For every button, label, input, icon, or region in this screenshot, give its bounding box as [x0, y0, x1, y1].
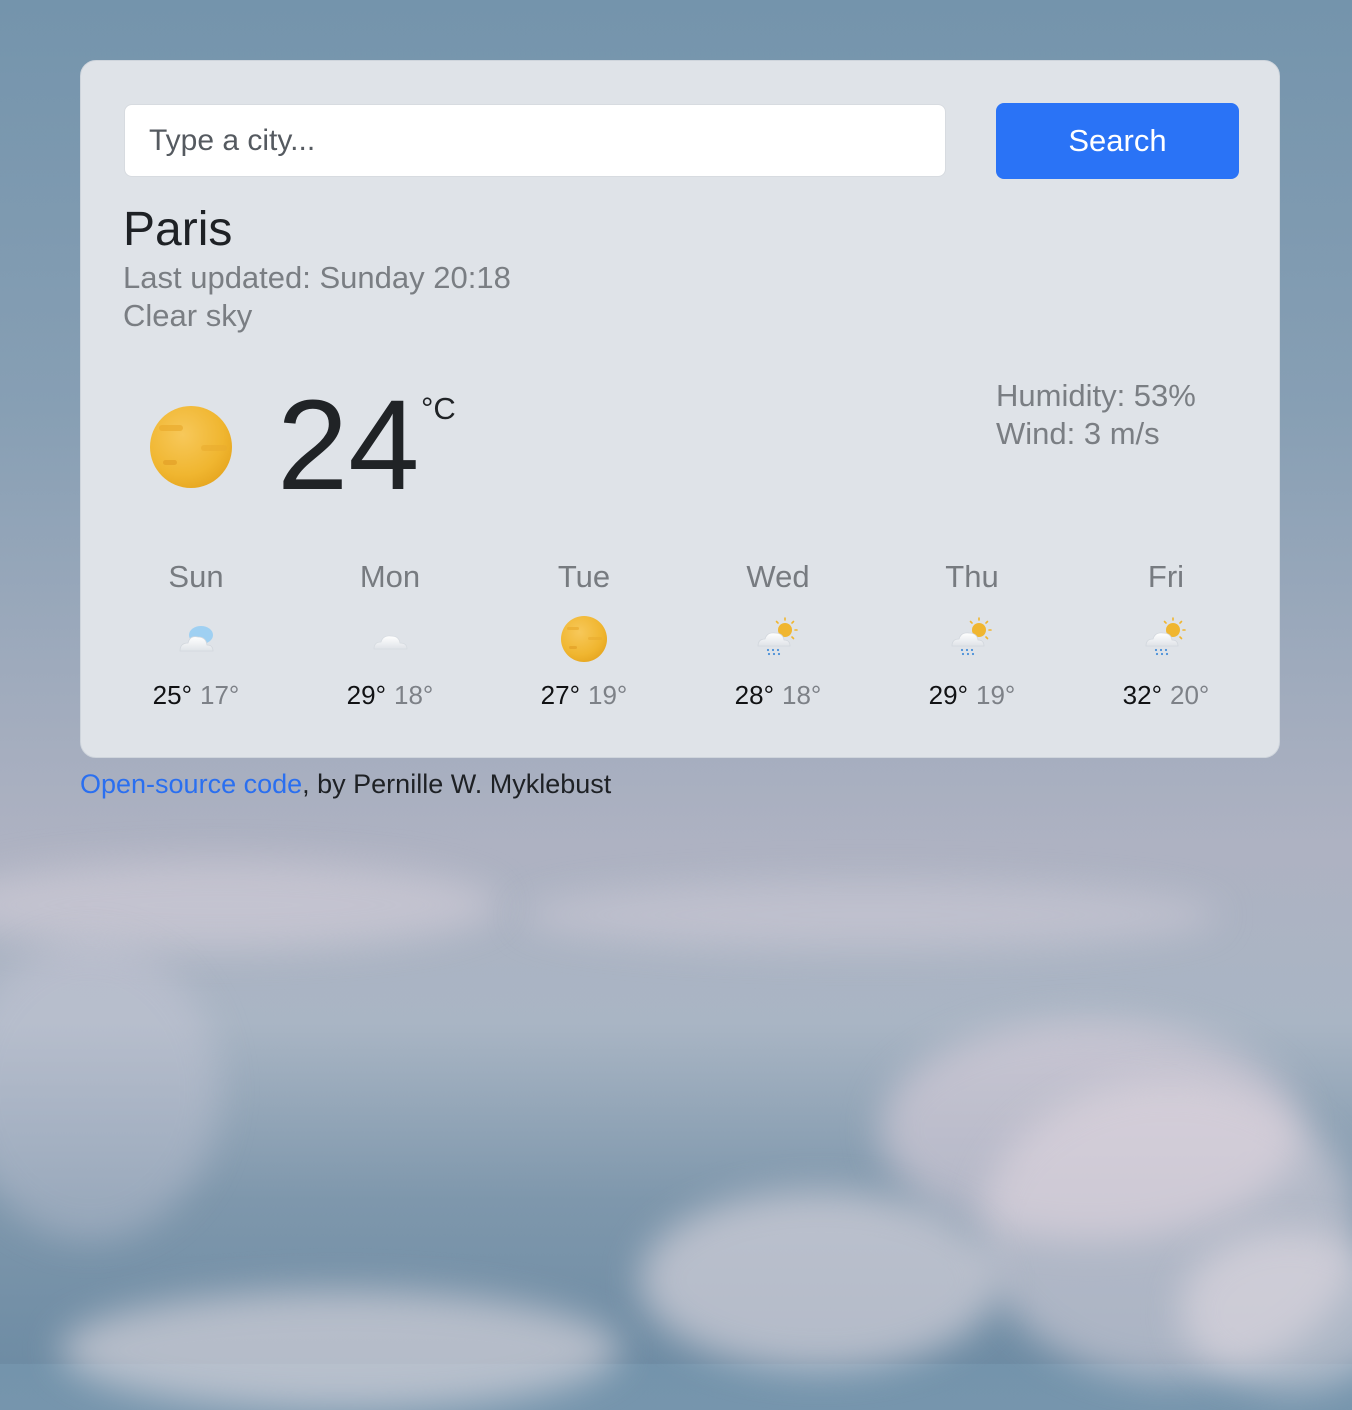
weather-card: Search Paris Last updated: Sunday 20:18 …	[80, 60, 1280, 758]
clear-sky-sun-icon	[150, 406, 232, 488]
forecast-day: Sun 25° 17°	[99, 557, 293, 717]
weather-description: Clear sky	[123, 298, 253, 333]
sun-cloud-rain-icon	[951, 617, 992, 656]
city-search-input[interactable]	[124, 104, 946, 177]
forecast-day-name: Fri	[1147, 559, 1185, 594]
footer-credit: , by Pernille W. Myklebust	[302, 769, 612, 799]
forecast: Sun 25° 17° Mon 29° 18° Tue 27° 19° Wed …	[99, 557, 1263, 717]
search-button[interactable]: Search	[996, 103, 1239, 179]
forecast-max-temp: 27°	[540, 680, 580, 710]
current-temperature: 24	[277, 374, 420, 517]
sun-icon	[561, 616, 607, 662]
forecast-day-name: Tue	[557, 559, 611, 594]
forecast-min-temp: 18°	[782, 680, 822, 710]
humidity: Humidity: 53%	[996, 378, 1196, 413]
sun-cloud-rain-icon	[1145, 617, 1186, 656]
wind: Wind: 3 m/s	[996, 416, 1160, 451]
forecast-day-name: Sun	[168, 559, 224, 594]
forecast-min-temp: 20°	[1170, 680, 1210, 710]
forecast-max-temp: 29°	[928, 680, 968, 710]
cloud-icon	[373, 635, 408, 650]
temperature-unit[interactable]: °C	[421, 391, 456, 427]
forecast-day: Thu 29° 19°	[875, 557, 1069, 717]
city-name: Paris	[123, 203, 233, 256]
forecast-day-name: Wed	[746, 559, 810, 594]
forecast-day: Tue 27° 19°	[487, 557, 681, 717]
weather-meta: Last updated: Sunday 20:18 Clear sky	[123, 259, 511, 335]
forecast-day-name: Mon	[359, 559, 421, 594]
forecast-min-temp: 19°	[976, 680, 1016, 710]
forecast-day-name: Thu	[945, 559, 999, 594]
forecast-day: Wed 28° 18°	[681, 557, 875, 717]
forecast-max-temp: 32°	[1122, 680, 1162, 710]
forecast-min-temp: 19°	[588, 680, 628, 710]
forecast-min-temp: 18°	[394, 680, 434, 710]
forecast-max-temp: 25°	[152, 680, 192, 710]
footer: Open-source code, by Pernille W. Myklebu…	[80, 768, 611, 800]
forecast-day: Fri 32° 20°	[1069, 557, 1263, 717]
sun-cloud-rain-icon	[757, 617, 798, 656]
forecast-max-temp: 29°	[346, 680, 386, 710]
cloudy-icon	[179, 626, 214, 652]
last-updated: Last updated: Sunday 20:18	[123, 260, 511, 295]
open-source-link[interactable]: Open-source code	[80, 769, 302, 799]
forecast-day: Mon 29° 18°	[293, 557, 487, 717]
forecast-min-temp: 17°	[200, 680, 240, 710]
weather-details: Humidity: 53% Wind: 3 m/s	[996, 377, 1196, 453]
forecast-max-temp: 28°	[734, 680, 774, 710]
